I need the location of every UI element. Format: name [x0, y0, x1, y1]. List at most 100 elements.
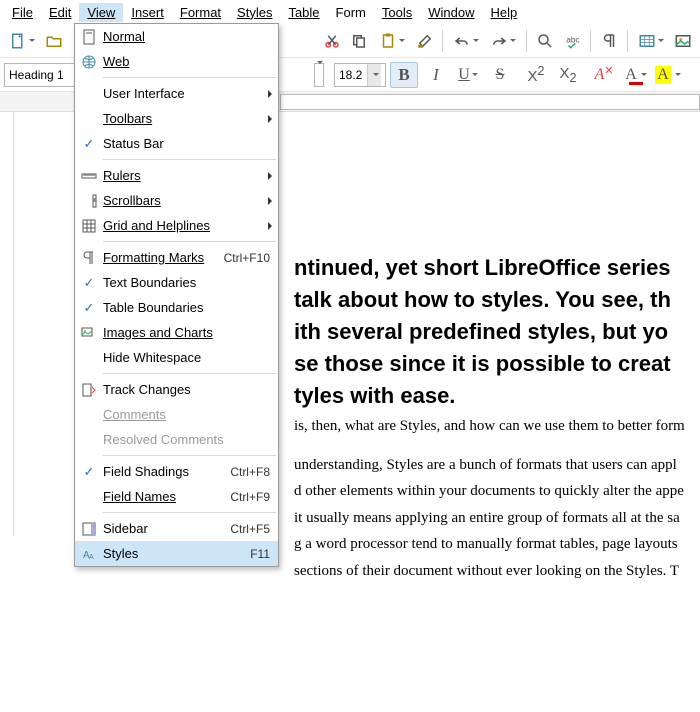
paste-button[interactable] [374, 28, 409, 54]
menuitem-formatting-marks[interactable]: Formatting Marks Ctrl+F10 [75, 245, 278, 270]
menuitem-rulers[interactable]: Rulers [75, 163, 278, 188]
svg-text:abc: abc [566, 35, 579, 44]
body-line: d other elements within your documents t… [294, 480, 700, 503]
submenu-arrow-icon [268, 115, 272, 123]
grid-icon [75, 218, 103, 234]
clear-formatting-button[interactable]: A✕ [590, 62, 618, 88]
font-size-combo[interactable]: 18.2 [334, 63, 386, 87]
insert-image-button[interactable] [670, 28, 696, 54]
body-line: understanding, Styles are a bunch of for… [294, 454, 700, 477]
copy-button[interactable] [347, 28, 373, 54]
paragraph-style-value: Heading 1 [9, 68, 64, 82]
menuitem-user-interface[interactable]: User Interface [75, 81, 278, 106]
highlight-color-button[interactable]: A [654, 62, 682, 88]
spellcheck-icon: abc [564, 32, 582, 50]
scrollbar-icon [75, 193, 103, 209]
spellcheck-button[interactable]: abc [560, 28, 586, 54]
submenu-arrow-icon [268, 197, 272, 205]
redo-button[interactable] [486, 28, 521, 54]
separator [103, 455, 276, 456]
font-size-value: 18.2 [339, 68, 362, 82]
menu-help[interactable]: Help [482, 3, 525, 22]
styles-icon: AA [75, 546, 103, 562]
menu-file[interactable]: File [4, 3, 41, 22]
menu-tools[interactable]: Tools [374, 3, 420, 22]
undo-button[interactable] [448, 28, 483, 54]
separator [103, 77, 276, 78]
font-color-button[interactable]: A [622, 62, 650, 88]
check-icon: ✓ [75, 136, 103, 152]
submenu-arrow-icon [268, 222, 272, 230]
font-name-arrow[interactable] [314, 63, 324, 87]
chevron-down-icon [367, 64, 381, 86]
menuitem-field-names[interactable]: Field Names Ctrl+F9 [75, 484, 278, 509]
separator [103, 512, 276, 513]
body-line: sections of their document without ever … [294, 560, 700, 583]
menuitem-table-boundaries[interactable]: ✓ Table Boundaries [75, 295, 278, 320]
subscript-button[interactable]: X2 [554, 62, 582, 88]
svg-text:A: A [89, 554, 94, 561]
globe-icon [75, 54, 103, 70]
superscript-button[interactable]: X2 [522, 62, 550, 88]
vertical-ruler[interactable] [0, 112, 14, 536]
menuitem-field-shadings[interactable]: ✓ Field Shadings Ctrl+F8 [75, 459, 278, 484]
check-icon: ✓ [75, 300, 103, 316]
menuitem-sidebar[interactable]: Sidebar Ctrl+F5 [75, 516, 278, 541]
redo-icon [490, 32, 508, 50]
menuitem-images-charts[interactable]: Images and Charts [75, 320, 278, 345]
check-icon: ✓ [75, 275, 103, 291]
menuitem-scrollbars[interactable]: Scrollbars [75, 188, 278, 213]
new-button[interactable] [4, 28, 39, 54]
separator [103, 159, 276, 160]
page-icon [75, 29, 103, 45]
image-chart-icon [75, 325, 103, 341]
clipboard-icon [379, 32, 397, 50]
ruler-icon [75, 168, 103, 184]
heading-line: se those since it is possible to creat [294, 348, 700, 380]
menuitem-styles[interactable]: AA Styles F11 [75, 541, 278, 566]
folder-open-icon [45, 32, 63, 50]
menuitem-web[interactable]: Web [75, 49, 278, 74]
bold-button[interactable]: B [390, 62, 418, 88]
underline-button[interactable]: U [454, 62, 482, 88]
copy-icon [350, 32, 368, 50]
menu-insert[interactable]: Insert [123, 3, 172, 22]
body-line: is, then, what are Styles, and how can w… [294, 415, 700, 438]
heading-line: tyles with ease. [294, 380, 700, 412]
formatting-marks-button[interactable] [596, 28, 622, 54]
cut-button[interactable] [319, 28, 345, 54]
menuitem-toolbars[interactable]: Toolbars [75, 106, 278, 131]
insert-table-button[interactable] [633, 28, 668, 54]
menu-styles[interactable]: Styles [229, 3, 280, 22]
menu-table[interactable]: Table [280, 3, 327, 22]
scissors-icon [323, 32, 341, 50]
menu-format[interactable]: Format [172, 3, 229, 22]
menuitem-status-bar[interactable]: ✓ Status Bar [75, 131, 278, 156]
menuitem-track-changes[interactable]: Track Changes [75, 377, 278, 402]
undo-icon [453, 32, 471, 50]
submenu-arrow-icon [268, 172, 272, 180]
menuitem-resolved-comments[interactable]: Resolved Comments [75, 427, 278, 452]
menuitem-normal[interactable]: Normal [75, 24, 278, 49]
find-button[interactable] [532, 28, 558, 54]
menu-form[interactable]: Form [328, 3, 374, 22]
pilcrow-icon [75, 250, 103, 266]
document-icon [9, 32, 27, 50]
track-changes-icon [75, 382, 103, 398]
open-button[interactable] [41, 28, 67, 54]
view-dropdown-menu: Normal Web User Interface Toolbars ✓ Sta… [74, 23, 279, 567]
menu-view[interactable]: View [79, 3, 123, 22]
table-icon [638, 32, 656, 50]
body-line: g a word processor tend to manually form… [294, 533, 700, 556]
check-icon: ✓ [75, 464, 103, 480]
menuitem-comments[interactable]: Comments [75, 402, 278, 427]
strikethrough-button[interactable]: S [486, 62, 514, 88]
menu-edit[interactable]: Edit [41, 3, 79, 22]
clone-formatting-button[interactable] [412, 28, 438, 54]
menuitem-grid[interactable]: Grid and Helplines [75, 213, 278, 238]
menuitem-hide-whitespace[interactable]: Hide Whitespace [75, 345, 278, 370]
italic-button[interactable]: I [422, 62, 450, 88]
body-line: it usually means applying an entire grou… [294, 507, 700, 530]
menu-window[interactable]: Window [420, 3, 482, 22]
menuitem-text-boundaries[interactable]: ✓ Text Boundaries [75, 270, 278, 295]
